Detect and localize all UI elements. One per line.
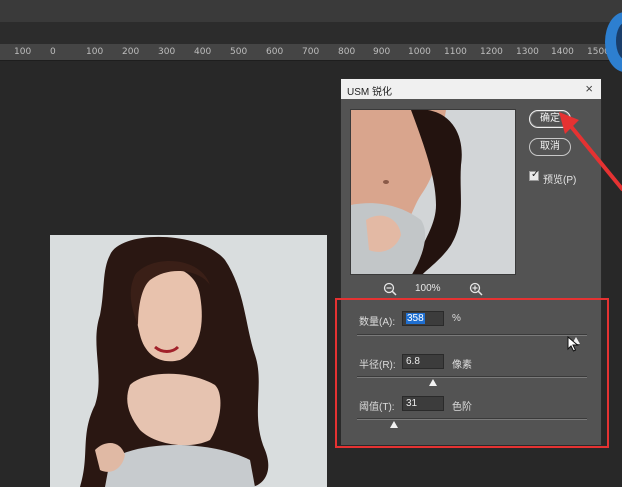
amount-input[interactable]: 358 — [402, 311, 444, 326]
mouse-cursor-icon — [567, 336, 579, 352]
amount-unit: % — [452, 313, 461, 324]
ruler-label: 1300 — [516, 47, 539, 57]
sharpen-parameters: 数量(A): 358 % 半径(R): 6.8 像素 阈值(T): 31 色阶 — [341, 299, 601, 447]
ruler-label: 200 — [122, 47, 140, 57]
document-canvas[interactable] — [50, 235, 327, 487]
ruler-label: 900 — [373, 47, 391, 57]
amount-value: 358 — [406, 313, 425, 324]
ruler-label: 1100 — [444, 47, 467, 57]
options-bar — [0, 0, 622, 22]
radius-unit: 像素 — [452, 360, 472, 371]
ok-button[interactable]: 确定 — [529, 110, 571, 128]
horizontal-ruler: 100 0 100 200 300 400 500 600 700 800 90… — [0, 44, 622, 61]
ruler-label: 500 — [230, 47, 248, 57]
threshold-unit: 色阶 — [452, 402, 472, 413]
threshold-value: 31 — [406, 398, 418, 409]
cancel-button[interactable]: 取消 — [529, 138, 571, 156]
radius-slider[interactable] — [357, 376, 587, 378]
ruler-label: 100 — [14, 47, 32, 57]
zoom-level: 100% — [415, 283, 441, 294]
ruler-label: 800 — [338, 47, 356, 57]
checkbox-icon: ✓ — [531, 169, 540, 180]
preview-checkbox[interactable]: ✓ — [529, 169, 540, 181]
preview-thumbnail[interactable] — [350, 109, 516, 275]
ruler-label: 100 — [86, 47, 104, 57]
close-icon[interactable]: × — [585, 81, 593, 96]
zoom-out-icon[interactable] — [383, 282, 397, 296]
amount-label: 数量(A): — [359, 317, 396, 328]
zoom-in-icon[interactable] — [469, 282, 483, 296]
threshold-input[interactable]: 31 — [402, 396, 444, 411]
ruler-label: 1200 — [480, 47, 503, 57]
ruler-label: 1000 — [408, 47, 431, 57]
radius-slider-thumb[interactable] — [428, 379, 437, 386]
threshold-slider[interactable] — [357, 418, 587, 420]
ruler-label: 300 — [158, 47, 176, 57]
usm-sharpen-dialog: USM 锐化 × 100% 确定 取消 ✓ 预览(P) 数量(A): 358 % — [340, 78, 602, 446]
radius-label: 半径(R): — [359, 360, 396, 371]
threshold-slider-thumb[interactable] — [389, 421, 398, 428]
ruler-label: 700 — [302, 47, 320, 57]
portrait-image — [50, 235, 327, 487]
threshold-label: 阈值(T): — [359, 402, 395, 413]
ruler-label: 600 — [266, 47, 284, 57]
preview-image — [351, 110, 515, 274]
preview-label: 预览(P) — [543, 175, 577, 186]
dialog-title: USM 锐化 — [347, 87, 392, 98]
radius-value: 6.8 — [406, 356, 420, 367]
ruler-label: 1400 — [551, 47, 574, 57]
ruler-label: 400 — [194, 47, 212, 57]
ruler-label: 0 — [50, 47, 56, 57]
amount-slider[interactable] — [357, 334, 587, 336]
radius-input[interactable]: 6.8 — [402, 354, 444, 369]
document-tab-bar — [0, 22, 622, 44]
dialog-titlebar[interactable]: USM 锐化 × — [341, 79, 601, 99]
